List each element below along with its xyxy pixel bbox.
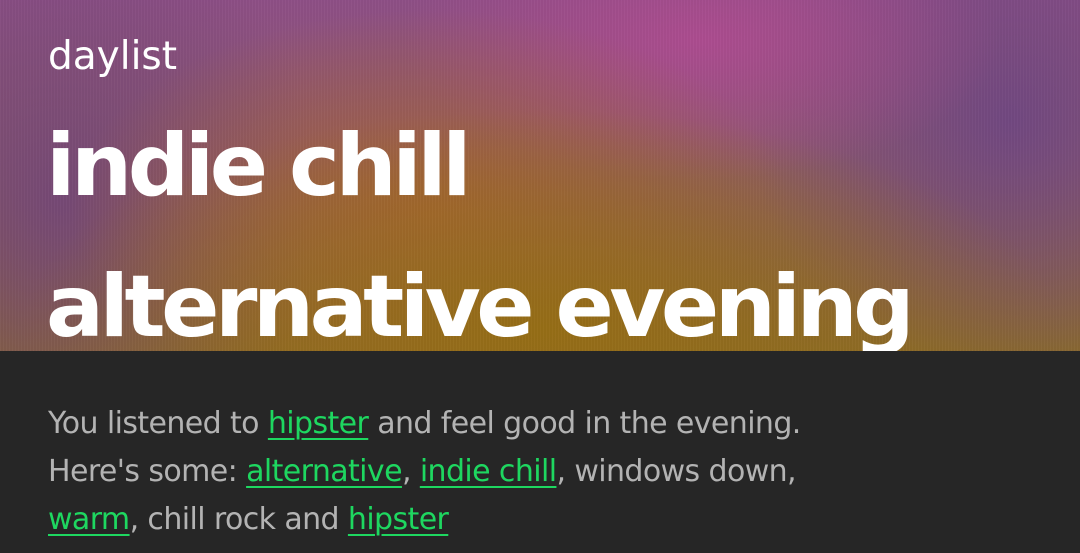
playlist-title-line-1: indie chill	[46, 116, 472, 216]
description-text: and feel good in the evening.	[368, 406, 801, 441]
description-text: ,	[401, 454, 420, 489]
description-text: You listened to	[48, 406, 268, 441]
description-text: , windows down,	[556, 454, 796, 489]
tag-link-hipster-2[interactable]: hipster	[348, 502, 449, 537]
tag-link-alternative[interactable]: alternative	[246, 454, 402, 489]
tag-link-warm[interactable]: warm	[48, 502, 130, 537]
playlist-title-line-2: alternative evening	[46, 257, 915, 351]
daylist-screen: daylist indie chill alternative evening …	[0, 0, 1080, 553]
description-text: , chill rock and	[129, 502, 348, 537]
playlist-title: indie chill alternative evening	[46, 96, 1080, 351]
playlist-description: You listened to hipster and feel good in…	[48, 400, 1048, 544]
daylist-hero: daylist indie chill alternative evening	[0, 0, 1080, 351]
tag-link-indie-chill[interactable]: indie chill	[420, 454, 557, 489]
description-text: Here's some:	[48, 454, 247, 489]
tag-link-hipster[interactable]: hipster	[268, 406, 369, 441]
playlist-type-label: daylist	[48, 34, 178, 79]
